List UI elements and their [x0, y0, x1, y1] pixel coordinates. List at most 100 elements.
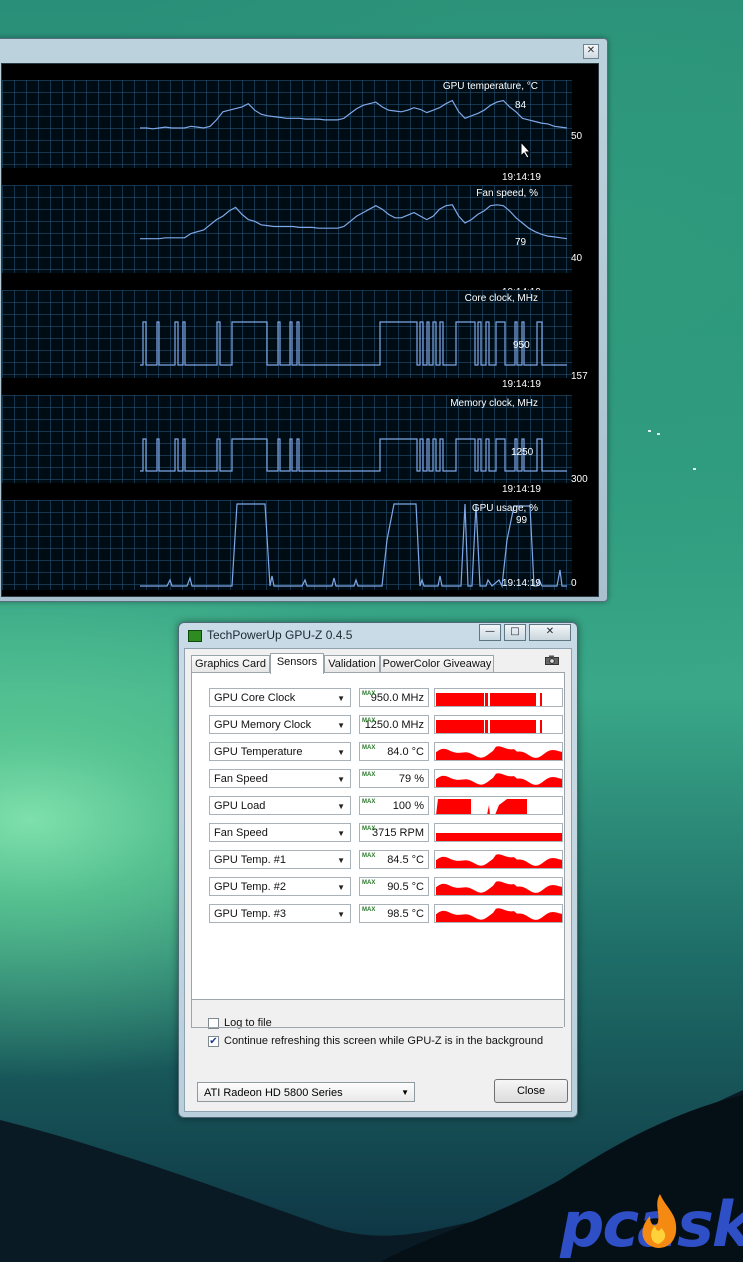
max-indicator: MAX: [362, 718, 376, 724]
sensor-row: GPU Temp. #1 ▼ MAX 84.5 °C: [192, 850, 564, 871]
sensor-row: GPU Load ▼ MAX 100 %: [192, 796, 564, 817]
sensor-graph[interactable]: [434, 850, 563, 869]
sensor-name-dropdown[interactable]: Fan Speed ▼: [209, 823, 351, 842]
sensor-value[interactable]: MAX 100 %: [359, 796, 429, 815]
max-indicator: MAX: [362, 799, 376, 805]
dropdown-arrow-icon: ▼: [337, 883, 345, 892]
pcask-logo: pcask: [559, 1188, 743, 1258]
monitoring-graph-area: GPU temperature, °C 84 50 19:14:19 Fan s…: [1, 63, 599, 597]
dropdown-arrow-icon: ▼: [401, 1088, 409, 1097]
dropdown-arrow-icon: ▼: [337, 910, 345, 919]
graph-max-label: 84: [515, 100, 527, 111]
dropdown-arrow-icon: ▼: [337, 748, 345, 757]
dropdown-arrow-icon: ▼: [337, 775, 345, 784]
tab-sensors[interactable]: Sensors: [270, 653, 324, 674]
sensor-row: Fan Speed ▼ MAX 79 %: [192, 769, 564, 790]
close-window-button[interactable]: ✕: [529, 624, 571, 641]
max-indicator: MAX: [362, 880, 376, 886]
core-clock-panel: Core clock, MHz 950 157 19:14:19: [2, 290, 588, 390]
sensor-graph[interactable]: [434, 823, 563, 842]
star: [648, 430, 651, 432]
sensor-graph[interactable]: [434, 769, 563, 788]
sensor-name-dropdown[interactable]: GPU Temp. #2 ▼: [209, 877, 351, 896]
sensor-value[interactable]: MAX 1250.0 MHz: [359, 715, 429, 734]
gpu-temperature-panel: GPU temperature, °C 84 50 19:14:19: [2, 80, 582, 183]
dropdown-arrow-icon: ▼: [337, 802, 345, 811]
memory-clock-panel: Memory clock, MHz 1250 300 19:14:19: [2, 395, 588, 495]
sensor-name: GPU Core Clock: [214, 692, 296, 704]
sensor-graph-fill: [436, 693, 542, 706]
sensor-name: GPU Memory Clock: [214, 719, 312, 731]
sensor-name: GPU Temperature: [214, 746, 303, 758]
sensor-value[interactable]: MAX 84.5 °C: [359, 850, 429, 869]
continue-refresh-label: Continue refreshing this screen while GP…: [224, 1035, 544, 1047]
sensor-name-dropdown[interactable]: GPU Temp. #1 ▼: [209, 850, 351, 869]
sensor-graph-fill: [436, 908, 562, 922]
sensor-value[interactable]: MAX 3715 RPM: [359, 823, 429, 842]
graph-timestamp: 19:14:19: [502, 172, 541, 183]
sensor-graph-fill: [436, 854, 562, 868]
sensor-graph[interactable]: [434, 796, 563, 815]
sensor-graph[interactable]: [434, 877, 563, 896]
gpuz-client-area: Graphics Card Sensors Validation PowerCo…: [184, 648, 572, 1112]
close-button[interactable]: Close: [494, 1079, 568, 1103]
sensor-value[interactable]: MAX 79 %: [359, 769, 429, 788]
camera-icon[interactable]: [545, 655, 559, 665]
gpu-temperature-graph: [140, 99, 568, 130]
sensor-value-text: 950.0 MHz: [370, 692, 424, 704]
sensor-value[interactable]: MAX 84.0 °C: [359, 742, 429, 761]
sensor-name-dropdown[interactable]: GPU Temperature ▼: [209, 742, 351, 761]
graph-timestamp: 19:14:19: [502, 578, 541, 589]
sensor-graph-fill: [436, 881, 562, 895]
minimize-button[interactable]: —: [479, 624, 501, 641]
graph-timestamp: 19:14:19: [502, 484, 541, 495]
sensor-value[interactable]: MAX 98.5 °C: [359, 904, 429, 923]
window-title: TechPowerUp GPU-Z 0.4.5: [207, 628, 353, 642]
group-frame: [191, 997, 565, 1027]
sensor-name: GPU Load: [214, 800, 266, 812]
graph-title: Fan speed, %: [476, 188, 538, 199]
graph-title: GPU temperature, °C: [442, 81, 538, 92]
graph-timestamp: 19:14:19: [502, 379, 541, 390]
graph-current-value: 50: [571, 131, 583, 142]
max-indicator: MAX: [362, 691, 376, 697]
sensor-name-dropdown[interactable]: Fan Speed ▼: [209, 769, 351, 788]
sensor-row: GPU Temp. #3 ▼ MAX 98.5 °C: [192, 904, 564, 925]
sensor-name-dropdown[interactable]: GPU Memory Clock ▼: [209, 715, 351, 734]
divider: [191, 1027, 563, 1028]
graph-current-value: 40: [571, 253, 583, 264]
tab-powercolor-giveaway[interactable]: PowerColor Giveaway: [380, 655, 494, 673]
sensor-graph-fill: [436, 799, 527, 814]
gpu-select-dropdown[interactable]: ATI Radeon HD 5800 Series ▼: [197, 1082, 415, 1102]
graph-current-value: 0: [571, 578, 577, 589]
sensor-value-text: 84.5 °C: [387, 854, 424, 866]
tab-graphics-card[interactable]: Graphics Card: [191, 655, 270, 673]
graph-current-value: 300: [571, 474, 588, 485]
sensor-name: GPU Temp. #3: [214, 908, 286, 920]
graph-max-label: 99: [516, 515, 528, 526]
sensor-name: Fan Speed: [214, 827, 268, 839]
sensor-name-dropdown[interactable]: GPU Temp. #3 ▼: [209, 904, 351, 923]
sensor-value[interactable]: MAX 950.0 MHz: [359, 688, 429, 707]
close-button[interactable]: ✕: [583, 44, 599, 59]
max-indicator: MAX: [362, 745, 376, 751]
tab-validation[interactable]: Validation: [324, 655, 380, 673]
sensor-value[interactable]: MAX 90.5 °C: [359, 877, 429, 896]
sensor-graph[interactable]: [434, 715, 563, 734]
graph-title: Core clock, MHz: [464, 293, 538, 304]
sensor-name: Fan Speed: [214, 773, 268, 785]
title-bar[interactable]: TechPowerUp GPU-Z 0.4.5 — □ ✕: [179, 623, 577, 647]
sensor-graph[interactable]: [434, 688, 563, 707]
sensor-graph-fill: [436, 773, 562, 787]
sensor-value-text: 98.5 °C: [387, 908, 424, 920]
continue-refresh-checkbox[interactable]: ✔: [208, 1036, 219, 1047]
gpuz-app-icon: [188, 630, 202, 642]
sensor-graph[interactable]: [434, 742, 563, 761]
sensor-graph[interactable]: [434, 904, 563, 923]
graph-current-value: 157: [571, 371, 588, 382]
max-indicator: MAX: [362, 907, 376, 913]
maximize-button[interactable]: □: [504, 624, 526, 641]
sensor-name-dropdown[interactable]: GPU Load ▼: [209, 796, 351, 815]
sensor-name-dropdown[interactable]: GPU Core Clock ▼: [209, 688, 351, 707]
fan-speed-panel: Fan speed, % 79 40 19:14:19: [2, 185, 582, 298]
